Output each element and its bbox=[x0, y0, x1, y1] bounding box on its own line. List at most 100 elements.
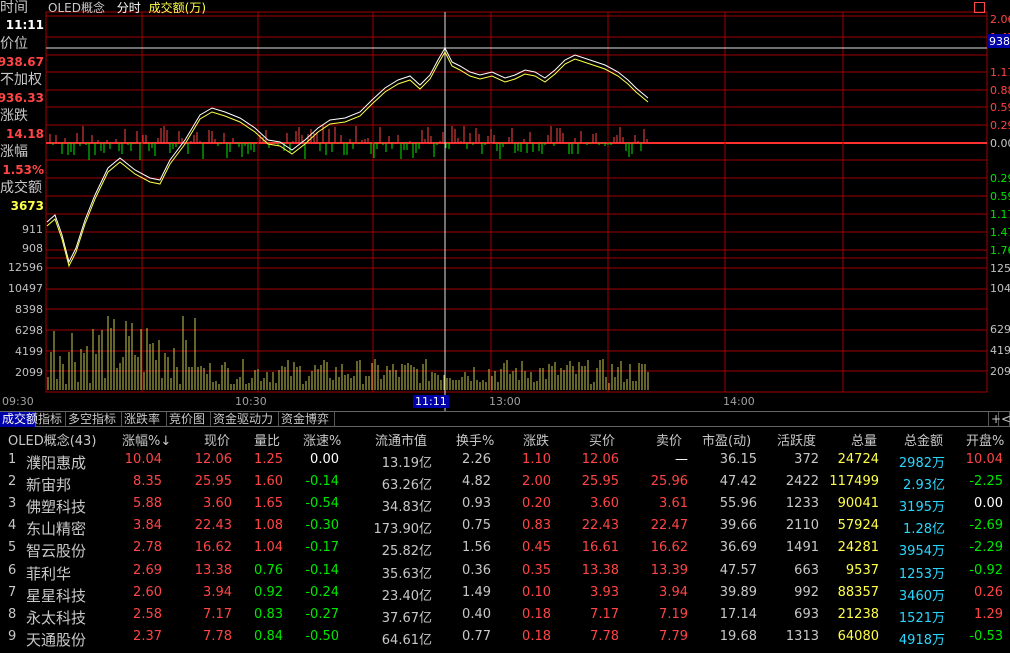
tab-capital-game[interactable]: 资金博弈 bbox=[279, 412, 335, 427]
cell-idx: 4 bbox=[8, 518, 17, 534]
cell-mcap: 23.40亿 bbox=[381, 588, 432, 604]
cell-act: 372 bbox=[794, 452, 819, 467]
list-header: OLED概念(43) 涨幅%↓ 现价 量比 涨速% 流通市值 换手% 涨跌 买价… bbox=[0, 428, 1010, 449]
col-header-change[interactable]: 涨跌 bbox=[523, 430, 549, 449]
col-header-speed[interactable]: 涨速% bbox=[303, 430, 341, 449]
cell-turn: 2.26 bbox=[462, 452, 491, 467]
cell-vr: 1.60 bbox=[254, 474, 283, 490]
price-value: 938.67 bbox=[0, 55, 44, 69]
volume-axis-tick: 4199 bbox=[15, 345, 43, 358]
cell-ask: 16.62 bbox=[650, 540, 688, 556]
cell-mcap: 63.26亿 bbox=[381, 478, 432, 494]
right-axis-tick: 0.29 bbox=[990, 119, 1010, 132]
cell-open: 0.26 bbox=[974, 584, 1003, 600]
cell-pe: 39.66 bbox=[719, 518, 757, 534]
cell-name: 天通股份 bbox=[26, 630, 87, 649]
collapse-button[interactable]: < bbox=[999, 412, 1010, 427]
chart-mode[interactable]: 分时 bbox=[117, 1, 141, 15]
right-volume-tick: 104 bbox=[990, 282, 1010, 295]
cell-pct: 2.58 bbox=[133, 606, 162, 622]
cell-ask: 3.94 bbox=[659, 584, 688, 600]
cell-vol: 24724 bbox=[837, 452, 879, 467]
col-header-activity[interactable]: 活跃度 bbox=[777, 430, 816, 449]
cell-ask: 7.79 bbox=[659, 628, 688, 644]
col-header-total-volume[interactable]: 总量 bbox=[851, 430, 877, 449]
cell-chg: 0.35 bbox=[522, 562, 551, 578]
cell-amt: 2.93亿 bbox=[903, 478, 945, 494]
close-icon[interactable] bbox=[974, 2, 985, 13]
cell-name: 星星科技 bbox=[26, 586, 87, 605]
cell-idx: 1 bbox=[8, 452, 17, 467]
table-row[interactable]: 8 永太科技 2.58 7.17 0.83 -0.27 37.67亿 0.40 0.18 7.17… bbox=[0, 605, 1010, 627]
col-header-pe[interactable]: 市盈(动) bbox=[702, 430, 751, 449]
table-row[interactable]: 1 濮阳惠成 10.04 12.06 1.25 0.00 13.19亿 2.26 1.10 12.… bbox=[0, 450, 1010, 472]
table-row[interactable]: 6 菲利华 2.69 13.38 0.76 -0.14 35.63亿 0.36 0.35 13.3… bbox=[0, 561, 1010, 583]
right-volume-tick: 125 bbox=[990, 262, 1010, 275]
tab-rise-fall-ratio[interactable]: 涨跌率 bbox=[122, 412, 167, 427]
right-axis-tick: 1.76 bbox=[990, 244, 1010, 257]
cell-vol: 117499 bbox=[829, 474, 879, 490]
intraday-chart[interactable]: 2.06 1.47 1.17 0.88 0.59 0.29 0.00 0.29 0.59 1.17… bbox=[0, 0, 1010, 411]
cell-price: 7.17 bbox=[203, 606, 232, 622]
tab-turnover[interactable]: 成交额 bbox=[0, 412, 38, 427]
cell-act: 693 bbox=[794, 606, 819, 622]
cell-vr: 1.25 bbox=[254, 452, 283, 467]
table-row[interactable]: 9 天通股份 2.37 7.78 0.84 -0.50 64.61亿 0.77 0.18 7.78… bbox=[0, 627, 1010, 649]
cell-pct: 2.60 bbox=[133, 584, 162, 600]
col-header-pct-label: 涨幅%↓ bbox=[122, 434, 172, 449]
cell-open: -2.69 bbox=[969, 518, 1003, 534]
col-header-volume-ratio[interactable]: 量比 bbox=[254, 430, 280, 449]
cell-turn: 0.93 bbox=[462, 496, 491, 512]
col-header-total-amount[interactable]: 总金额 bbox=[904, 430, 943, 449]
cell-turn: 0.77 bbox=[462, 628, 491, 644]
cell-vr: 1.04 bbox=[254, 540, 283, 556]
col-header-price[interactable]: 现价 bbox=[204, 430, 230, 449]
add-button[interactable]: + bbox=[988, 412, 1001, 427]
cell-name: 菲利华 bbox=[26, 564, 72, 583]
volume-value: 3673 bbox=[10, 199, 44, 213]
cell-chg: 2.00 bbox=[522, 474, 551, 490]
cell-chg: 0.45 bbox=[522, 540, 551, 556]
cell-ask: — bbox=[675, 452, 688, 467]
table-row[interactable]: 2 新宙邦 8.35 25.95 1.60 -0.14 63.26亿 4.82 2.00 25.9… bbox=[0, 472, 1010, 494]
cell-bid: 13.38 bbox=[581, 562, 619, 578]
cell-turn: 4.82 bbox=[462, 474, 491, 490]
chart-indicator: 成交额(万) bbox=[148, 1, 207, 15]
col-header-name[interactable]: OLED概念(43) bbox=[8, 430, 96, 449]
cell-idx: 2 bbox=[8, 474, 17, 490]
col-header-mcap[interactable]: 流通市值 bbox=[375, 430, 427, 449]
volume-axis-tick: 10497 bbox=[8, 282, 43, 295]
tab-indicator[interactable]: 指标 bbox=[36, 412, 66, 427]
cell-bid: 16.61 bbox=[581, 540, 619, 556]
cell-pe: 55.96 bbox=[719, 496, 757, 512]
col-header-turnover[interactable]: 换手% bbox=[456, 430, 494, 449]
tab-long-short[interactable]: 多空指标 bbox=[66, 412, 122, 427]
tab-capital-drive[interactable]: 资金驱动力 bbox=[211, 412, 279, 427]
cell-pct: 2.78 bbox=[133, 540, 162, 556]
cell-vol: 9537 bbox=[845, 562, 879, 578]
cell-amt: 1521万 bbox=[898, 610, 945, 626]
tab-auction-chart[interactable]: 竞价图 bbox=[167, 412, 211, 427]
table-row[interactable]: 5 智云股份 2.78 16.62 1.04 -0.17 25.82亿 1.56 0.45 16.… bbox=[0, 538, 1010, 560]
col-header-ask[interactable]: 卖价 bbox=[656, 430, 682, 449]
time-cursor-label: 11:11 bbox=[413, 395, 449, 408]
app-window: 2.06 1.47 1.17 0.88 0.59 0.29 0.00 0.29 0.59 1.17… bbox=[0, 0, 1010, 653]
chart-frame bbox=[45, 11, 988, 393]
table-row[interactable]: 3 佛塑科技 5.88 3.60 1.65 -0.54 34.83亿 0.93 0.20 3.60… bbox=[0, 494, 1010, 516]
cell-mcap: 173.90亿 bbox=[373, 522, 433, 538]
cell-name: 永太科技 bbox=[26, 608, 87, 627]
cell-name: 濮阳惠成 bbox=[26, 454, 87, 472]
table-row[interactable]: 7 星星科技 2.60 3.94 0.92 -0.24 23.40亿 1.49 0.10 3.93… bbox=[0, 583, 1010, 605]
info-panel: 时间 11:11 价位 938.67 不加权 936.33 涨跌 14.18 涨… bbox=[0, 0, 46, 392]
table-row[interactable]: 4 东山精密 3.84 22.43 1.08 -0.30 173.90亿 0.75 0.83 22… bbox=[0, 516, 1010, 538]
cell-ask: 13.39 bbox=[650, 562, 688, 578]
cell-pe: 47.42 bbox=[719, 474, 757, 490]
pct-label: 涨幅 bbox=[0, 144, 28, 160]
col-header-pct[interactable]: 涨幅%↓ bbox=[122, 430, 171, 449]
cell-name: 新宙邦 bbox=[26, 476, 72, 495]
cell-mcap: 37.67亿 bbox=[381, 610, 432, 626]
col-header-bid[interactable]: 买价 bbox=[589, 430, 615, 449]
cell-idx: 9 bbox=[8, 628, 17, 644]
cell-amt: 3195万 bbox=[898, 500, 945, 516]
col-header-open-pct[interactable]: 开盘% bbox=[966, 430, 1004, 449]
